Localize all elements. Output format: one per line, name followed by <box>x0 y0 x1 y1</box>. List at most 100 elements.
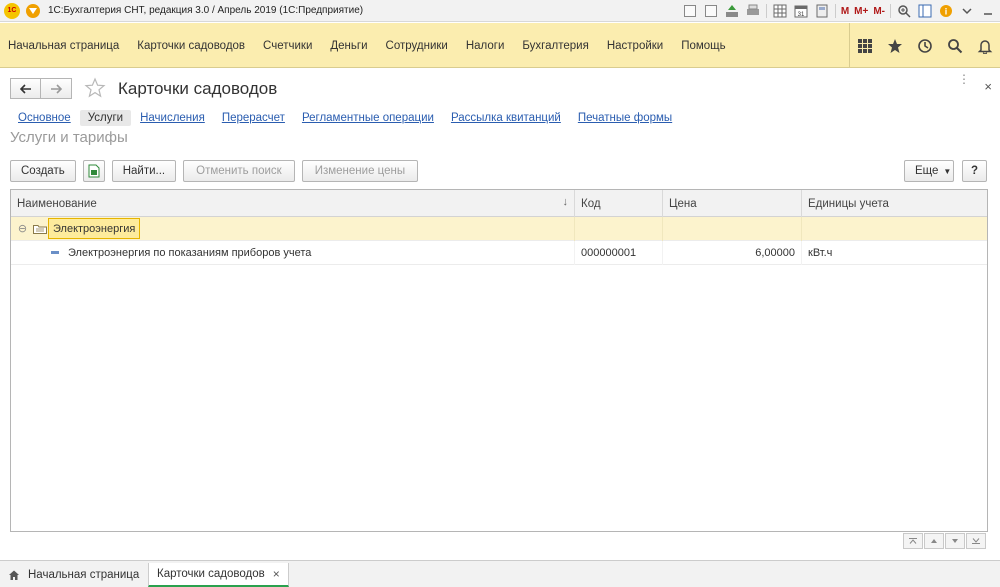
printer-icon[interactable] <box>745 3 761 19</box>
item-marker-icon <box>51 251 59 254</box>
form-more-icon[interactable]: ⋮ <box>958 72 970 86</box>
separator <box>765 4 767 18</box>
panels-icon[interactable] <box>917 3 933 19</box>
menu-item-accounting[interactable]: Бухгалтерия <box>522 40 588 52</box>
navigation-buttons <box>10 78 72 99</box>
page-title: Карточки садоводов <box>118 79 278 98</box>
main-menu-icon[interactable] <box>26 3 40 18</box>
menu-item-home[interactable]: Начальная страница <box>8 40 119 52</box>
find-button[interactable]: Найти... <box>111 160 177 182</box>
table-icon[interactable] <box>772 3 788 19</box>
tab-receipt-mailing[interactable]: Рассылка квитанций <box>443 110 569 126</box>
table-row[interactable]: Электроэнергия по показаниям приборов уч… <box>11 241 987 265</box>
scroll-up-button[interactable] <box>924 533 944 549</box>
section-title: Услуги и тарифы <box>10 129 128 146</box>
table-scroll-buttons <box>902 533 986 549</box>
minimize-icon[interactable] <box>980 3 996 19</box>
form-close-icon[interactable]: × <box>984 79 992 94</box>
search-icon[interactable] <box>940 23 970 68</box>
help-button[interactable]: ? <box>962 160 987 182</box>
column-header-price[interactable]: Цена <box>663 190 802 217</box>
menu-right-tools <box>849 23 1000 68</box>
separator <box>834 4 836 18</box>
command-bar: Создать Найти... Отменить поиск Изменени… <box>10 160 425 182</box>
column-header-name[interactable]: Наименование ↓ <box>11 190 575 217</box>
menu-item-money[interactable]: Деньги <box>330 40 367 52</box>
apps-grid-icon[interactable] <box>850 23 880 68</box>
bottom-tab-home[interactable]: Начальная страница <box>0 563 147 587</box>
group-units-cell <box>802 217 987 241</box>
bottom-tab-label: Карточки садоводов <box>157 568 265 580</box>
calculator-icon[interactable] <box>814 3 830 19</box>
menu-item-meters[interactable]: Счетчики <box>263 40 312 52</box>
back-button[interactable] <box>10 78 41 99</box>
sections-menu: Начальная страница Карточки садоводов Сч… <box>8 23 744 68</box>
menu-item-help[interactable]: Помощь <box>681 40 725 52</box>
zoom-icon[interactable] <box>896 3 912 19</box>
create-button[interactable]: Создать <box>10 160 76 182</box>
group-name: Электроэнергия <box>48 218 141 239</box>
favorites-star-icon[interactable] <box>880 23 910 68</box>
menu-item-taxes[interactable]: Налоги <box>466 40 505 52</box>
column-header-units[interactable]: Единицы учета <box>802 190 987 217</box>
info-icon[interactable]: i <box>938 3 954 19</box>
memory-minus-button[interactable]: M- <box>873 3 885 19</box>
arrow-right-icon <box>51 83 62 94</box>
group-name-cell: ⊖ Электроэнергия <box>11 217 575 241</box>
collapse-icon[interactable]: ⊖ <box>17 223 28 235</box>
group-price-cell <box>663 217 802 241</box>
more-label: Еще <box>915 165 939 177</box>
group-code-cell <box>575 217 663 241</box>
tab-print-forms[interactable]: Печатные формы <box>570 110 680 126</box>
favorite-star-icon[interactable] <box>84 77 106 99</box>
form-tabs: Основное Услуги Начисления Перерасчет Ре… <box>10 108 681 127</box>
table-row-group[interactable]: ⊖ Электроэнергия <box>11 217 987 241</box>
scroll-first-button[interactable] <box>903 533 923 549</box>
scroll-down-button[interactable] <box>945 533 965 549</box>
scroll-last-button[interactable] <box>966 533 986 549</box>
column-header-code[interactable]: Код <box>575 190 663 217</box>
close-tab-icon[interactable]: × <box>273 567 280 581</box>
svg-text:i: i <box>945 7 948 17</box>
more-button[interactable]: Еще ▼ <box>904 160 954 182</box>
cancel-search-button[interactable]: Отменить поиск <box>183 160 295 182</box>
history-icon[interactable] <box>910 23 940 68</box>
tab-recalculation[interactable]: Перерасчет <box>214 110 293 126</box>
service-code-cell: 000000001 <box>575 241 663 265</box>
menu-item-employees[interactable]: Сотрудники <box>386 40 448 52</box>
change-price-button[interactable]: Изменение цены <box>301 160 419 182</box>
memory-plus-button[interactable]: M+ <box>854 3 868 19</box>
menu-item-gardener-cards[interactable]: Карточки садоводов <box>137 40 245 52</box>
bottom-tab-gardener-cards[interactable]: Карточки садоводов × <box>148 563 289 587</box>
memory-m-button[interactable]: M <box>841 3 849 19</box>
sort-arrow-icon: ↓ <box>562 196 569 208</box>
service-units-cell: кВт.ч <box>808 247 833 259</box>
create-group-button[interactable] <box>82 160 105 182</box>
title-bar-tools: 31 M M+ M- i <box>677 2 996 20</box>
sections-panel: Начальная страница Карточки садоводов Сч… <box>0 23 1000 68</box>
open-windows-bar: Начальная страница Карточки садоводов × <box>0 560 1000 587</box>
bell-icon[interactable] <box>970 23 1000 68</box>
calendar-icon[interactable]: 31 <box>793 3 809 19</box>
window-menu-icon[interactable] <box>959 3 975 19</box>
window-title: 1С:Бухгалтерия СНТ, редакция 3.0 / Апрел… <box>48 5 364 16</box>
svg-text:31: 31 <box>797 12 804 18</box>
folder-icon <box>33 225 47 234</box>
tab-main[interactable]: Основное <box>10 110 79 126</box>
services-table[interactable]: Наименование ↓ Код Цена Единицы учета ⊖ … <box>10 189 988 532</box>
bottom-tab-label: Начальная страница <box>28 569 140 581</box>
service-price-cell: 6,00000 <box>663 241 802 265</box>
upload-icon[interactable] <box>724 3 740 19</box>
service-name: Электроэнергия по показаниям приборов уч… <box>68 247 312 259</box>
forward-button[interactable] <box>41 78 72 99</box>
save-icon[interactable] <box>682 3 698 19</box>
column-label: Наименование <box>17 197 97 210</box>
tab-routine-operations[interactable]: Регламентные операции <box>294 110 442 126</box>
menu-item-settings[interactable]: Настройки <box>607 40 663 52</box>
print-icon[interactable] <box>703 3 719 19</box>
tab-services[interactable]: Услуги <box>79 109 132 126</box>
tab-charges[interactable]: Начисления <box>132 110 213 126</box>
service-name-cell: Электроэнергия по показаниям приборов уч… <box>11 241 575 265</box>
window-title-bar: 1С 1С:Бухгалтерия СНТ, редакция 3.0 / Ап… <box>0 0 1000 22</box>
chevron-down-icon: ▼ <box>943 166 952 176</box>
